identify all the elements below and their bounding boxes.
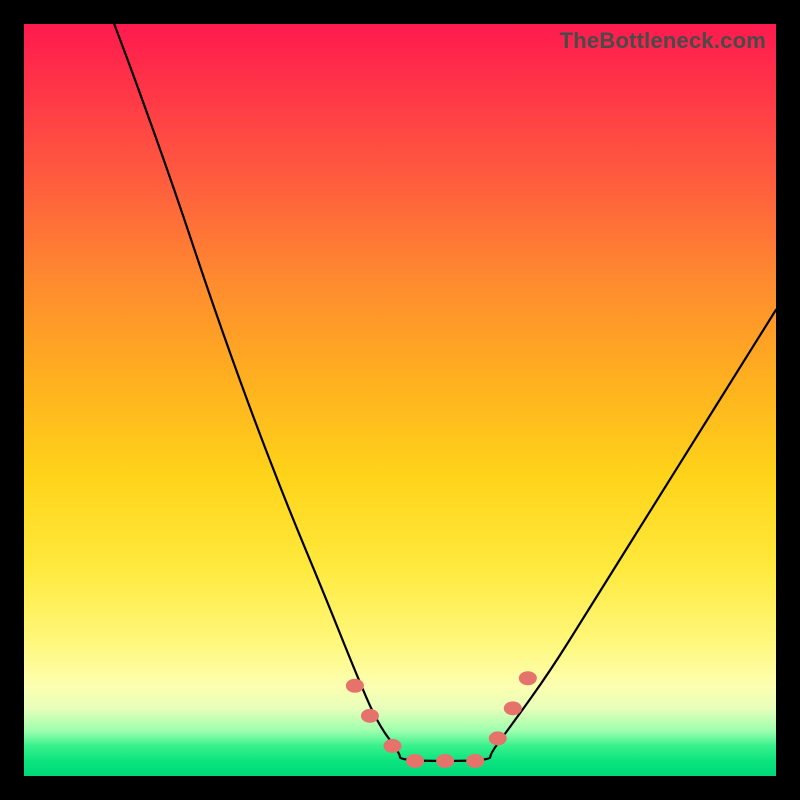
chart-plot-area: TheBottleneck.com	[24, 24, 776, 776]
curve-path	[114, 24, 776, 761]
marker-dot	[519, 671, 537, 685]
marker-dots	[346, 671, 537, 768]
marker-dot	[406, 754, 424, 768]
marker-dot	[436, 754, 454, 768]
marker-dot	[361, 709, 379, 723]
marker-dot	[346, 679, 364, 693]
marker-dot	[383, 739, 401, 753]
bottleneck-curve	[24, 24, 776, 776]
marker-dot	[466, 754, 484, 768]
marker-dot	[504, 701, 522, 715]
marker-dot	[489, 731, 507, 745]
